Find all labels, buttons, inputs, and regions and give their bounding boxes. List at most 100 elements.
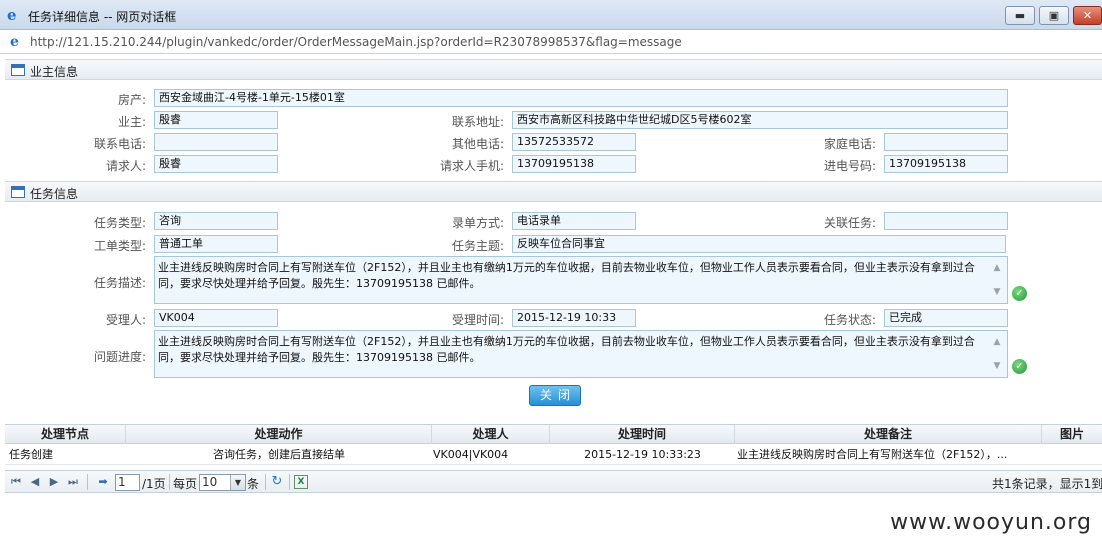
minimize-button[interactable]: ▬ <box>1005 6 1035 25</box>
window-titlebar: e 任务详细信息 -- 网页对话框 ▬ ▣ ✕ <box>0 0 1102 30</box>
owner-section-title: 业主信息 <box>30 65 79 79</box>
ticket-type-field[interactable]: 普通工单 <box>154 235 278 253</box>
other-phone-label: 其他电话: <box>451 137 504 151</box>
go-page-icon[interactable]: ➡ <box>95 474 111 490</box>
task-type-field[interactable]: 咨询 <box>154 212 278 230</box>
minimize-icon: ▬ <box>1014 9 1026 22</box>
table-cell: 2015-12-19 10:33:23 <box>584 448 701 461</box>
first-page-icon[interactable]: ⏮ <box>8 474 24 490</box>
watermark: www.wooyun.org <box>890 510 1092 535</box>
scroll-down-icon[interactable]: ▼ <box>990 285 1004 299</box>
scroll-down-icon[interactable]: ▼ <box>990 359 1004 373</box>
page-size-select[interactable]: 10 ▼ <box>199 474 246 491</box>
home-phone-field[interactable] <box>884 133 1008 151</box>
window-icon <box>11 186 25 198</box>
column-header[interactable]: 处理人 <box>432 425 550 444</box>
check-icon: ✓ <box>1012 286 1027 301</box>
task-section-header: 任务信息 <box>5 181 1102 202</box>
excel-export-icon[interactable]: X <box>294 475 308 489</box>
requester-field[interactable]: 殷睿 <box>154 155 278 173</box>
task-section-title: 任务信息 <box>30 187 79 201</box>
incoming-number-label: 进电号码: <box>823 159 876 173</box>
column-header[interactable]: 处理时间 <box>550 425 735 444</box>
progress-textarea[interactable]: 业主进线反映购房时合同上有写附送车位（2F152），并且业主也有缴纳1万元的车位… <box>154 330 1008 378</box>
scroll-up-icon[interactable]: ▲ <box>990 261 1004 275</box>
page-icon: e <box>10 34 19 50</box>
task-type-label: 任务类型: <box>93 216 146 230</box>
close-button[interactable]: 关闭 <box>529 385 581 406</box>
column-header[interactable]: 图片 <box>1042 425 1102 444</box>
column-header[interactable]: 处理动作 <box>126 425 432 444</box>
other-phone-field[interactable]: 13572533572 <box>512 133 636 151</box>
accept-time-field[interactable]: 2015-12-19 10:33 <box>512 309 636 327</box>
next-page-icon[interactable]: ▶ <box>46 474 62 490</box>
record-summary: 共1条记录，显示1到1 <box>992 477 1102 491</box>
assignee-label: 受理人: <box>105 313 146 327</box>
refresh-icon[interactable]: ↻ <box>269 474 285 490</box>
owner-section-header: 业主信息 <box>5 59 1102 80</box>
table-row[interactable]: 任务创建 咨询任务，创建后直接结单 VK004|VK004 2015-12-19… <box>5 445 1102 465</box>
address-bar: e http://121.15.210.244/plugin/vankedc/o… <box>0 30 1102 54</box>
url-text: http://121.15.210.244/plugin/vankedc/ord… <box>30 35 682 49</box>
progress-label: 问题进度: <box>93 350 146 364</box>
description-label: 任务描述: <box>93 276 146 290</box>
phone-label: 联系电话: <box>93 137 146 151</box>
incoming-number-field[interactable]: 13709195138 <box>884 155 1008 173</box>
separator <box>289 474 290 490</box>
separator <box>87 474 88 490</box>
subject-label: 任务主题: <box>451 239 504 253</box>
maximize-button[interactable]: ▣ <box>1039 6 1069 25</box>
check-icon: ✓ <box>1012 359 1027 374</box>
separator <box>169 474 170 490</box>
page-number-input[interactable]: 1 <box>115 474 140 491</box>
assignee-field[interactable]: VK004 <box>154 309 278 327</box>
owner-field[interactable]: 殷睿 <box>154 111 278 129</box>
entry-method-label: 录单方式: <box>451 216 504 230</box>
progress-text: 业主进线反映购房时合同上有写附送车位（2F152），并且业主也有缴纳1万元的车位… <box>158 335 975 364</box>
property-field[interactable]: 西安金域曲江-4号楼-1单元-15楼01室 <box>154 89 1008 107</box>
table-cell: 咨询任务，创建后直接结单 <box>213 448 345 461</box>
related-task-label: 关联任务: <box>823 216 876 230</box>
last-page-icon[interactable]: ⏭ <box>65 474 81 490</box>
pagination-bar: ⏮ ◀ ▶ ⏭ ➡ 1 /1页 每页 10 ▼ 条 ↻ X 共1条记录，显示1到… <box>5 470 1102 493</box>
home-phone-label: 家庭电话: <box>823 137 876 151</box>
page-size-value: 10 <box>202 475 218 489</box>
close-icon: ✕ <box>1082 9 1093 22</box>
related-task-field[interactable] <box>884 212 1008 230</box>
per-page-label: 每页 <box>173 477 198 491</box>
property-label: 房产: <box>117 93 146 107</box>
chevron-down-icon: ▼ <box>230 475 245 490</box>
subject-field[interactable]: 反映车位合同事宜 <box>512 235 1006 253</box>
description-textarea[interactable]: 业主进线反映购房时合同上有写附送车位（2F152），并且业主也有缴纳1万元的车位… <box>154 256 1008 304</box>
entry-method-field[interactable]: 电话录单 <box>512 212 636 230</box>
window-title: 任务详细信息 -- 网页对话框 <box>28 10 177 24</box>
table-cell: 任务创建 <box>9 448 53 461</box>
ie-icon: e <box>7 6 17 24</box>
column-header[interactable]: 处理备注 <box>735 425 1042 444</box>
description-text: 业主进线反映购房时合同上有写附送车位（2F152），并且业主也有缴纳1万元的车位… <box>158 261 975 290</box>
maximize-icon: ▣ <box>1048 9 1060 22</box>
per-page-unit: 条 <box>247 477 260 491</box>
window-icon <box>11 64 25 76</box>
grid-header: 处理节点 处理动作 处理人 处理时间 处理备注 图片 <box>5 424 1102 444</box>
phone-field[interactable] <box>154 133 278 151</box>
table-cell <box>1042 445 1102 465</box>
address-field[interactable]: 西安市高新区科技路中华世纪城D区5号楼602室 <box>512 111 1008 129</box>
table-cell: 业主进线反映购房时合同上有写附送车位（2F152），... <box>737 448 1008 461</box>
close-window-button[interactable]: ✕ <box>1073 6 1102 25</box>
table-cell: VK004|VK004 <box>433 448 509 461</box>
status-field[interactable]: 已完成 <box>884 309 1008 327</box>
requester-label: 请求人: <box>105 159 146 173</box>
page-total: /1页 <box>142 477 166 491</box>
requester-mobile-label: 请求人手机: <box>439 159 504 173</box>
status-label: 任务状态: <box>823 313 876 327</box>
requester-mobile-field[interactable]: 13709195138 <box>512 155 636 173</box>
ticket-type-label: 工单类型: <box>93 239 146 253</box>
scroll-up-icon[interactable]: ▲ <box>990 335 1004 349</box>
column-header[interactable]: 处理节点 <box>5 425 126 444</box>
separator <box>265 474 266 490</box>
prev-page-icon[interactable]: ◀ <box>27 474 43 490</box>
address-label: 联系地址: <box>451 115 504 129</box>
accept-time-label: 受理时间: <box>451 313 504 327</box>
owner-label: 业主: <box>117 115 146 129</box>
